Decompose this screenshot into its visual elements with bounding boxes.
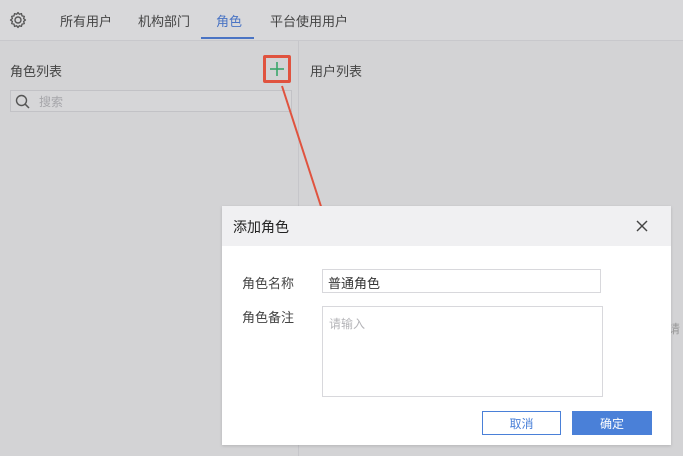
role-note-label: 角色备注 (242, 311, 295, 326)
close-icon[interactable] (634, 218, 650, 234)
role-search-input[interactable]: 搜索 (10, 90, 292, 112)
add-role-dialog: 添加角色 角色名称 普通角色 角色备注 请输入 取消 确定 (222, 206, 671, 445)
tab-all-users[interactable]: 所有用户 (60, 11, 112, 30)
cancel-button[interactable]: 取消 (482, 411, 561, 435)
tab-departments[interactable]: 机构部门 (138, 11, 190, 30)
role-note-textarea[interactable]: 请输入 (322, 306, 603, 397)
search-placeholder: 搜索 (39, 95, 64, 109)
tab-platform-users[interactable]: 平台使用用户 (270, 11, 348, 30)
note-placeholder: 请输入 (329, 317, 366, 331)
active-tab-indicator (201, 37, 254, 39)
search-icon (15, 94, 30, 109)
tab-roles[interactable]: 角色 (216, 11, 242, 30)
role-list-title: 角色列表 (10, 65, 63, 80)
confirm-button[interactable]: 确定 (572, 411, 652, 435)
add-role-button[interactable] (263, 55, 291, 83)
user-list-title: 用户列表 (310, 65, 363, 80)
gear-icon[interactable] (8, 10, 28, 30)
top-tab-bar: 所有用户 机构部门 角色 平台使用用户 (0, 0, 683, 41)
role-name-label: 角色名称 (242, 277, 295, 292)
dialog-header: 添加角色 (222, 206, 671, 246)
role-name-input[interactable]: 普通角色 (322, 269, 601, 293)
plus-icon (270, 62, 284, 76)
dialog-title: 添加角色 (233, 220, 289, 236)
